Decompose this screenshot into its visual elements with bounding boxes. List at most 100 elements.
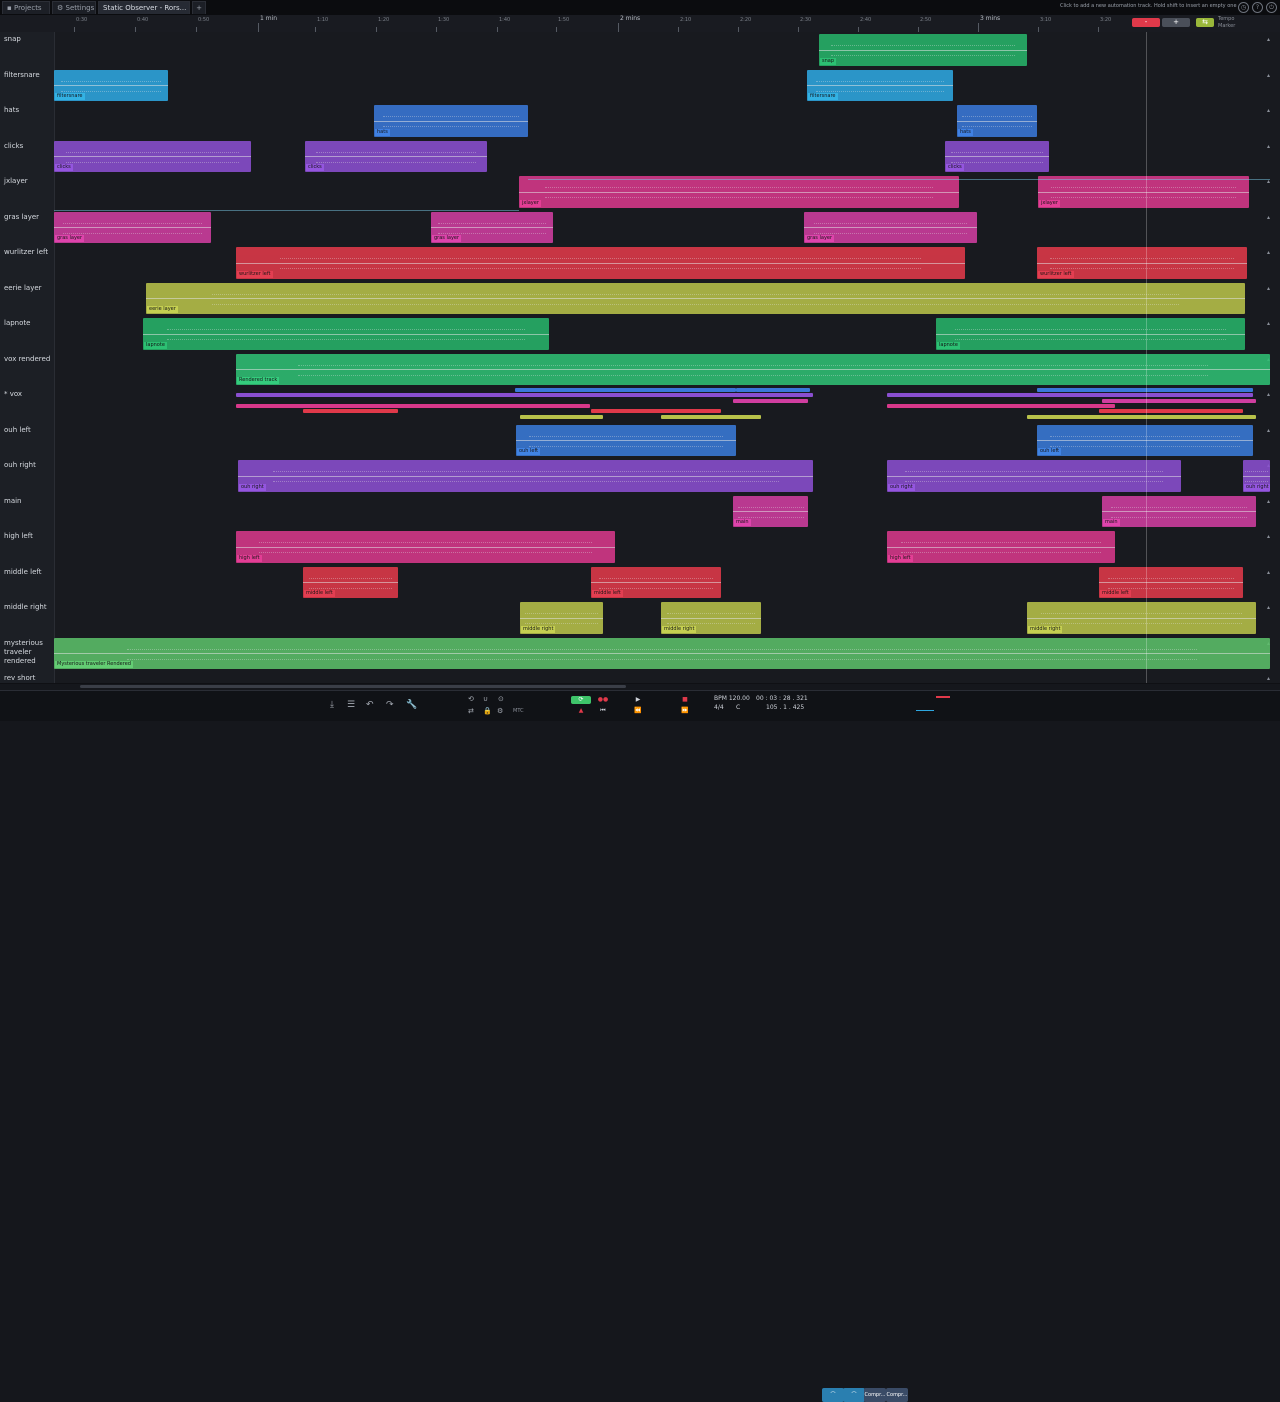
automation-expand-icon[interactable]: ▴ [1267, 107, 1270, 114]
plugin-compressor-2[interactable]: Compr... [886, 1388, 908, 1402]
export-icon[interactable]: ⤓ [330, 700, 334, 710]
track-name[interactable]: jxlayer [4, 177, 54, 186]
track-name[interactable]: lapnote [4, 319, 54, 328]
track-name[interactable]: gras layer [4, 213, 54, 222]
wrench-icon[interactable]: 🔧 [406, 700, 417, 710]
audio-clip[interactable]: main [733, 495, 808, 527]
audio-clip[interactable]: hats [957, 105, 1037, 137]
track-name[interactable]: ouh left [4, 426, 54, 435]
track-header[interactable]: * vox [0, 387, 55, 423]
automation-expand-icon[interactable]: ▴ [1267, 249, 1270, 256]
help-icon[interactable]: ? [1252, 2, 1263, 13]
bpm-display[interactable]: BPM 120.00 [714, 694, 750, 703]
audio-clip[interactable]: ouh right [1243, 460, 1270, 492]
track-header[interactable]: main [0, 493, 55, 529]
track-header[interactable]: wurlitzer left [0, 245, 55, 281]
track-name[interactable]: ouh right [4, 461, 54, 470]
audio-clip[interactable]: middle right [661, 602, 761, 634]
audio-clip[interactable]: ouh left [516, 424, 736, 456]
audio-clip[interactable]: gras layer [54, 211, 211, 243]
record-button[interactable]: ■ [675, 696, 695, 704]
automation-expand-icon[interactable]: ▴ [1267, 285, 1270, 292]
snap-toggle[interactable]: ⇆ [1196, 18, 1214, 27]
marker-label[interactable]: Marker [1218, 23, 1235, 30]
midi-note-bar[interactable] [1099, 409, 1243, 413]
audio-clip[interactable]: high left [887, 531, 1115, 563]
audio-clip[interactable]: clicks [945, 140, 1049, 172]
track-timeline[interactable] [54, 209, 1280, 245]
automation-expand-icon[interactable]: ▴ [1267, 214, 1270, 221]
horizontal-scrollbar[interactable] [80, 685, 626, 688]
audio-clip[interactable]: middle right [520, 602, 603, 634]
track-header[interactable]: lapnote [0, 316, 55, 352]
track-name[interactable]: middle right [4, 603, 54, 612]
track-name[interactable]: high left [4, 532, 54, 541]
loop-toggle[interactable]: ⟳ [571, 696, 591, 704]
lock-icon[interactable]: 🔒 [483, 706, 492, 716]
playhead[interactable] [1146, 32, 1147, 683]
track-header[interactable]: ouh left [0, 422, 55, 458]
audio-clip[interactable]: filtersnare [54, 69, 168, 101]
track-header[interactable]: eerie layer [0, 280, 55, 316]
midi-note-bar[interactable] [591, 409, 721, 413]
audio-clip[interactable]: wurlitzer left [1037, 247, 1247, 279]
track-name[interactable]: clicks [4, 142, 54, 151]
audio-clip[interactable]: clicks [54, 140, 251, 172]
bars-display[interactable]: 105 . 1 . 425 [766, 703, 804, 712]
settings-icon[interactable]: ⚙ [497, 706, 503, 716]
track-timeline[interactable] [54, 103, 1280, 139]
zoom-out-button[interactable]: - [1132, 18, 1160, 27]
track-header[interactable]: vox rendered [0, 351, 55, 387]
track-name[interactable]: wurlitzer left [4, 248, 54, 257]
midi-note-bar[interactable] [236, 393, 813, 397]
redo-icon[interactable]: ↷ [386, 700, 394, 710]
automation-expand-icon[interactable]: ▴ [1267, 391, 1270, 398]
automation-expand-icon[interactable]: ▴ [1267, 675, 1270, 682]
audio-clip[interactable]: middle right [1027, 602, 1256, 634]
track-header[interactable]: gras layer [0, 209, 55, 245]
track-header[interactable]: middle right [0, 600, 55, 636]
midi-note-bar[interactable] [736, 388, 810, 392]
audio-clip[interactable]: clicks [305, 140, 487, 172]
track-header[interactable]: hats [0, 103, 55, 139]
track-name[interactable]: vox rendered [4, 355, 54, 364]
automation-line[interactable] [528, 179, 1270, 180]
track-name[interactable]: rev short [4, 674, 54, 683]
automation-expand-icon[interactable]: ▴ [1267, 533, 1270, 540]
automation-expand-icon[interactable]: ▴ [1267, 320, 1270, 327]
skip-start-icon[interactable]: ⏮ [597, 707, 609, 715]
audio-clip[interactable]: ouh left [1037, 424, 1253, 456]
plugin-compressor-1[interactable]: Compr... [864, 1388, 886, 1402]
midi-note-bar[interactable] [887, 393, 1253, 397]
tempo-label[interactable]: Tempo [1218, 16, 1235, 23]
key-display[interactable]: C [736, 703, 740, 712]
audio-clip[interactable]: ouh right [887, 460, 1181, 492]
play-button[interactable]: ▶ [628, 696, 648, 704]
track-header[interactable]: middle left [0, 564, 55, 600]
audio-clip[interactable]: high left [236, 531, 615, 563]
zoom-in-button[interactable]: + [1162, 18, 1190, 27]
time-display[interactable]: 00 : 03 : 28 . 321 [756, 694, 808, 703]
audio-clip[interactable]: jxlayer [1038, 176, 1249, 208]
midi-note-bar[interactable] [1037, 388, 1253, 392]
marker-warning-icon[interactable]: ▲ [575, 707, 587, 715]
timeline-ruler[interactable]: 1 min 2 mins 3 mins 0:30 0:40 0:50 1:10 1:20 1:3… [0, 15, 1280, 33]
forward-button[interactable]: ⏩ [675, 707, 695, 715]
undo-icon[interactable]: ↶ [366, 700, 374, 710]
automation-expand-icon[interactable]: ▴ [1267, 498, 1270, 505]
audio-clip[interactable]: jxlayer [519, 176, 959, 208]
rewind-button[interactable]: ⏪ [628, 707, 648, 715]
automation-expand-icon[interactable]: ▴ [1267, 604, 1270, 611]
track-name[interactable]: middle left [4, 568, 54, 577]
midi-note-bar[interactable] [1102, 399, 1256, 403]
audio-clip[interactable]: main [1102, 495, 1256, 527]
audio-clip[interactable]: hats [374, 105, 528, 137]
automation-expand-icon[interactable]: ▴ [1267, 36, 1270, 43]
loop-icon[interactable]: ⟲ [468, 694, 474, 704]
audio-clip[interactable]: wurlitzer left [236, 247, 965, 279]
sync-icon[interactable]: ⇄ [468, 706, 474, 716]
audio-clip[interactable]: gras layer [431, 211, 553, 243]
midi-note-bar[interactable] [520, 415, 603, 419]
audio-clip[interactable]: middle left [1099, 566, 1243, 598]
audio-clip[interactable]: snap [819, 34, 1027, 66]
